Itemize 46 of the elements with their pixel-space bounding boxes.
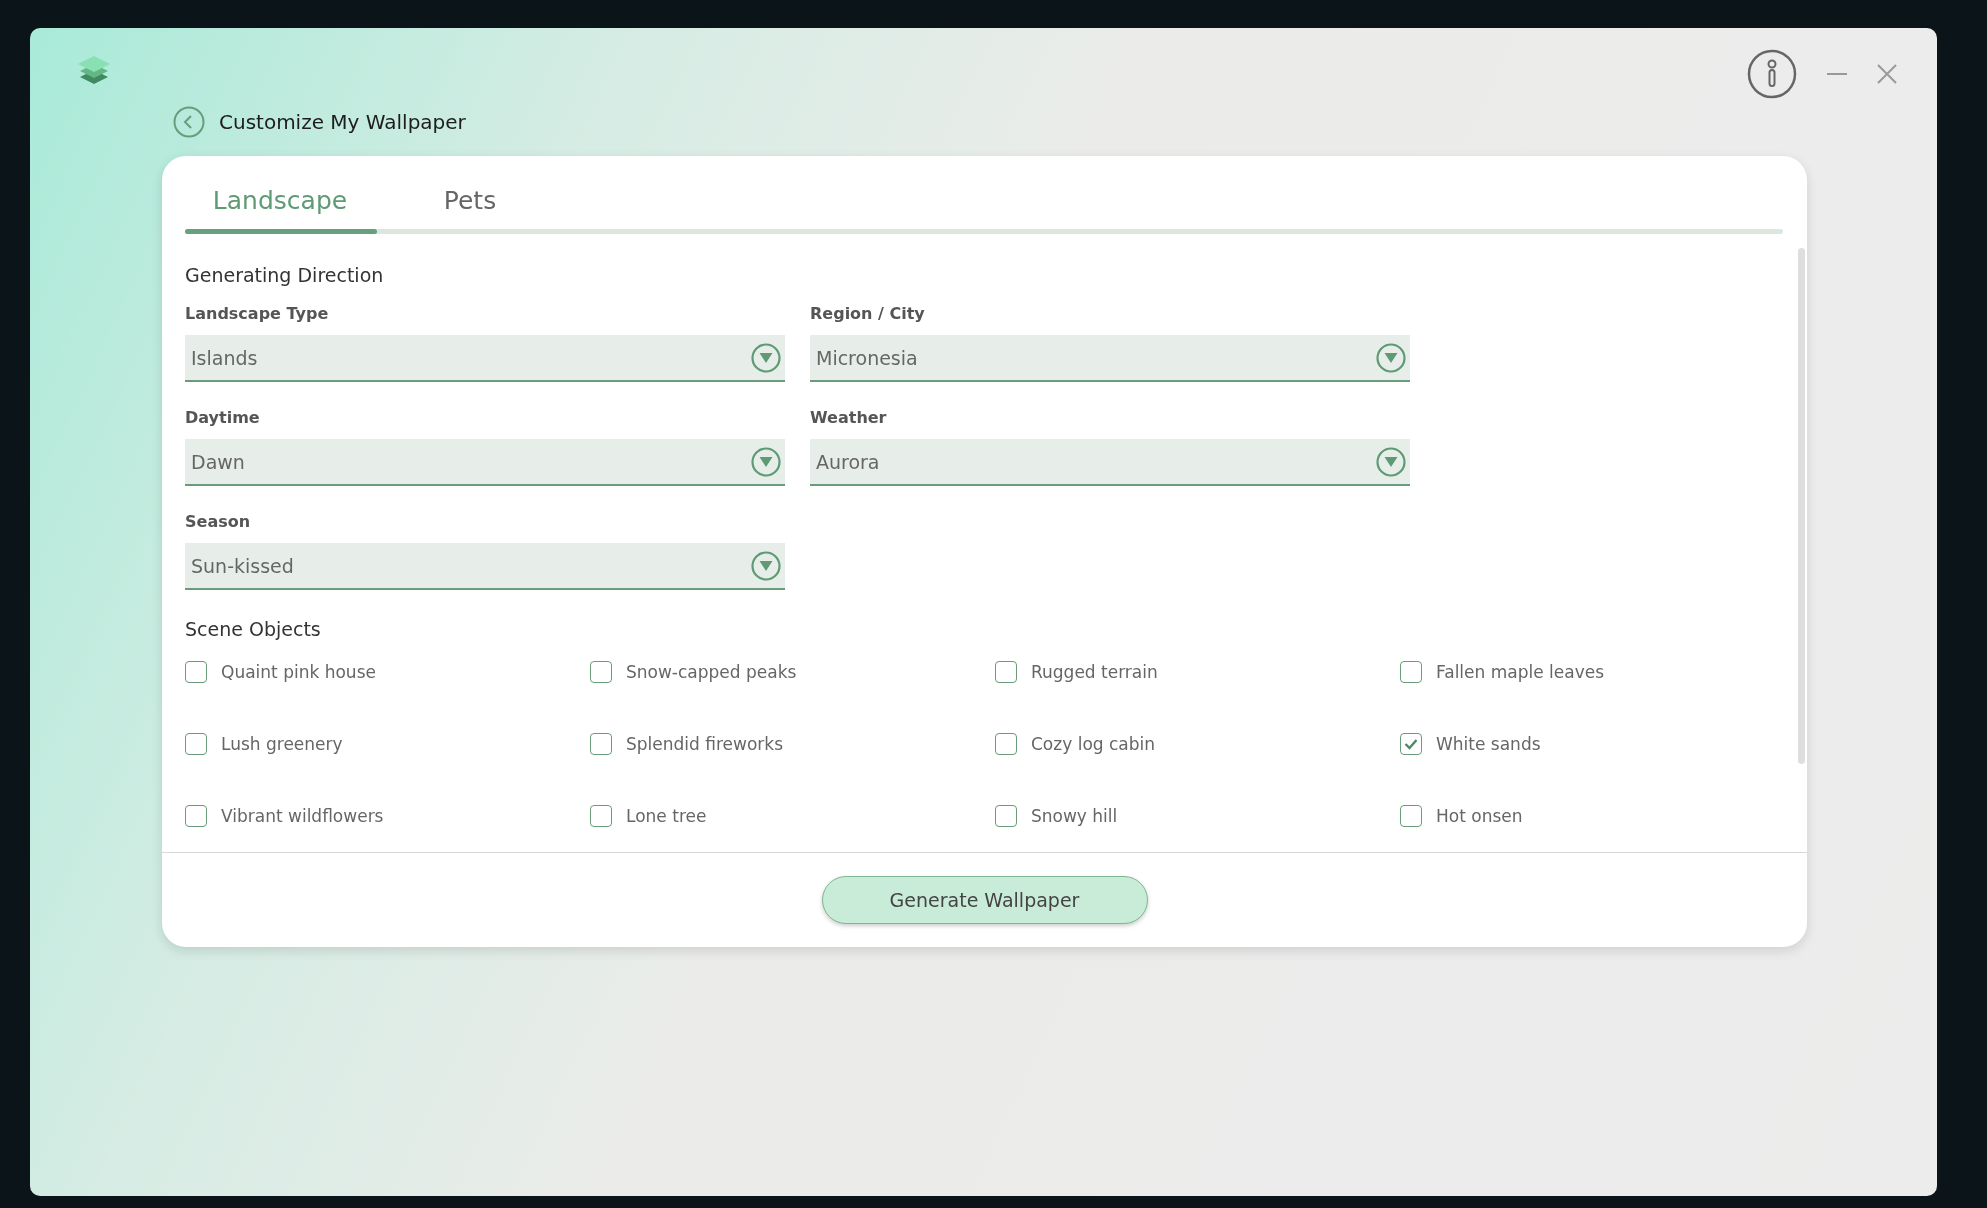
checkbox-label: Splendid fireworks — [626, 734, 784, 754]
tab[interactable]: Landscape — [185, 176, 375, 229]
checkbox[interactable] — [995, 733, 1017, 755]
tab[interactable]: Pets — [375, 176, 565, 229]
checkmark-icon — [1404, 738, 1418, 750]
checkbox-label: Cozy log cabin — [1031, 734, 1156, 754]
dropdown[interactable]: Micronesia — [810, 335, 1410, 382]
checkbox[interactable] — [1400, 661, 1422, 683]
back-icon[interactable] — [173, 106, 205, 138]
checkbox-label: White sands — [1436, 734, 1541, 754]
checkbox[interactable] — [590, 661, 612, 683]
field-label: Daytime — [185, 408, 261, 427]
section-heading: Scene Objects — [185, 618, 322, 640]
checkbox-label: Hot onsen — [1436, 806, 1523, 826]
checkbox[interactable] — [185, 661, 207, 683]
checkbox[interactable] — [185, 805, 207, 827]
dropdown[interactable]: Dawn — [185, 439, 785, 486]
scrollbar[interactable] — [1798, 248, 1805, 764]
field-label: Weather — [810, 408, 888, 427]
close-icon[interactable] — [1877, 64, 1897, 84]
field-label: Region / City — [810, 304, 926, 323]
minimize-icon[interactable] — [1827, 72, 1847, 76]
info-icon[interactable] — [1747, 49, 1797, 99]
checkbox-label: Fallen maple leaves — [1436, 662, 1605, 682]
checkbox[interactable] — [995, 805, 1017, 827]
checkbox[interactable] — [185, 733, 207, 755]
checkbox[interactable] — [1400, 805, 1422, 827]
checkbox-label: Quaint pink house — [221, 662, 376, 682]
section-heading: Generating Direction — [185, 264, 385, 286]
dropdown[interactable]: Islands — [185, 335, 785, 382]
page-title: Customize My Wallpaper — [219, 110, 466, 134]
checkbox-label: Lone tree — [626, 806, 707, 826]
checkbox-label: Lush greenery — [221, 734, 343, 754]
checkbox-label: Vibrant wildflowers — [221, 806, 384, 826]
checkbox-label: Snowy hill — [1031, 806, 1118, 826]
field-label: Season — [185, 512, 252, 531]
field-label: Landscape Type — [185, 304, 330, 323]
dropdown[interactable]: Aurora — [810, 439, 1410, 486]
checkbox-label: Rugged terrain — [1031, 662, 1158, 682]
dropdown[interactable]: Sun-kissed — [185, 543, 785, 590]
checkbox[interactable] — [1400, 733, 1422, 755]
checkbox-label: Snow-capped peaks — [626, 662, 797, 682]
checkbox[interactable] — [590, 805, 612, 827]
generate-button[interactable]: Generate Wallpaper — [821, 876, 1148, 924]
checkbox[interactable] — [590, 733, 612, 755]
checkbox[interactable] — [995, 661, 1017, 683]
